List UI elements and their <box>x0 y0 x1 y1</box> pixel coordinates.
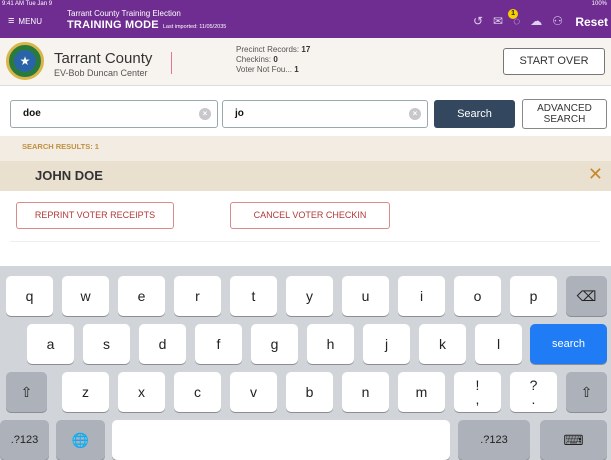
menu-button[interactable]: ≡ MENU <box>8 14 42 28</box>
key-t[interactable]: t <box>230 276 277 316</box>
last-name-value: doe <box>23 108 41 119</box>
search-results: SEARCH RESULTS: 1 JOHN DOE ✕ <box>0 136 611 191</box>
key-u[interactable]: u <box>342 276 389 316</box>
key-q[interactable]: q <box>6 276 53 316</box>
globe-icon[interactable]: 🌐 <box>56 420 105 460</box>
battery-level: 100% <box>591 1 607 7</box>
key-f[interactable]: f <box>195 324 242 364</box>
notification-icon[interactable]: ◌ 1 <box>508 9 520 28</box>
onscreen-keyboard: q w e r t y u i o p ⌫ a s d f g h j k l … <box>0 266 611 460</box>
training-mode-label: TRAINING MODE <box>67 19 159 31</box>
precinct-records-value: 17 <box>301 45 311 54</box>
search-results-count: SEARCH RESULTS: 1 <box>22 142 99 151</box>
last-name-input[interactable]: doe × <box>10 100 218 128</box>
reprint-receipts-button[interactable]: REPRINT VOTER RECEIPTS <box>16 202 174 229</box>
key-d[interactable]: d <box>139 324 186 364</box>
key-v[interactable]: v <box>230 372 277 412</box>
header-divider <box>171 52 172 74</box>
key-j[interactable]: j <box>363 324 410 364</box>
key-comma: , <box>475 391 480 407</box>
cancel-checkin-button[interactable]: CANCEL VOTER CHECKIN <box>230 202 390 229</box>
space-bar[interactable] <box>112 420 450 460</box>
cloud-sync-icon[interactable]: ☁ <box>530 14 542 28</box>
clear-first-name-icon[interactable]: × <box>409 108 421 120</box>
last-imported: Last imported: 11/05/2035 <box>162 24 227 30</box>
close-icon[interactable]: ✕ <box>588 164 603 185</box>
key-question: ? <box>529 377 538 393</box>
key-y[interactable]: y <box>286 276 333 316</box>
key-g[interactable]: g <box>251 324 298 364</box>
voter-result-row[interactable]: JOHN DOE ✕ <box>0 161 611 191</box>
key-question-period[interactable]: ? . <box>510 372 557 412</box>
start-over-button[interactable]: START OVER <box>503 48 605 75</box>
key-exclaim: ! <box>475 377 480 393</box>
key-m[interactable]: m <box>398 372 445 412</box>
key-p[interactable]: p <box>510 276 557 316</box>
hamburger-icon: ≡ <box>8 14 15 27</box>
key-x[interactable]: x <box>118 372 165 412</box>
search-button[interactable]: Search <box>434 100 515 128</box>
notification-badge: 1 <box>508 9 519 19</box>
key-n[interactable]: n <box>342 372 389 412</box>
top-bar: 9:41 AM Tue Jan 9 100% ≡ MENU Tarrant Co… <box>0 0 611 38</box>
key-s[interactable]: s <box>83 324 130 364</box>
mode-line: TRAINING MODE Last imported: 11/05/2035 <box>67 19 226 31</box>
key-period: . <box>531 391 536 407</box>
key-h[interactable]: h <box>307 324 354 364</box>
key-b[interactable]: b <box>286 372 333 412</box>
search-row: doe × jo × Search ADVANCED SEARCH <box>0 86 611 136</box>
shift-right-icon[interactable]: ⇧ <box>566 372 607 412</box>
key-e[interactable]: e <box>118 276 165 316</box>
advanced-label-line2: SEARCH <box>543 114 586 125</box>
numbers-key-left[interactable]: .?123 <box>0 420 49 460</box>
advanced-search-button[interactable]: ADVANCED SEARCH <box>522 99 607 129</box>
key-w[interactable]: w <box>62 276 109 316</box>
county-name: Tarrant County <box>54 50 153 67</box>
checkins-value: 0 <box>273 55 278 64</box>
checkins-label: Checkins: <box>236 55 272 64</box>
app-title: Tarrant County Training Election <box>67 9 181 18</box>
key-exclaim-comma[interactable]: ! , <box>454 372 501 412</box>
voter-name: JOHN DOE <box>35 168 103 183</box>
key-c[interactable]: c <box>174 372 221 412</box>
reset-button[interactable]: Reset <box>575 15 608 29</box>
first-name-value: jo <box>235 108 244 119</box>
location-header: ★ Tarrant County EV-Bob Duncan Center Pr… <box>0 38 611 86</box>
precinct-records-label: Precinct Records: <box>236 45 300 54</box>
keyboard-dismiss-icon[interactable]: ⌨ <box>540 420 607 460</box>
users-icon[interactable]: ⚇ <box>552 14 563 28</box>
key-i[interactable]: i <box>398 276 445 316</box>
clear-last-name-icon[interactable]: × <box>199 108 211 120</box>
vote-center-name: EV-Bob Duncan Center <box>54 68 148 78</box>
menu-label: MENU <box>18 16 42 26</box>
mail-icon[interactable]: ✉ <box>493 14 503 28</box>
divider <box>10 241 600 242</box>
key-k[interactable]: k <box>419 324 466 364</box>
numbers-key-right[interactable]: .?123 <box>458 420 530 460</box>
status-time: 9:41 AM Tue Jan 9 <box>2 1 53 7</box>
precinct-stats: Precinct Records: 17 Checkins: 0 Voter N… <box>236 45 310 75</box>
county-seal-icon: ★ <box>6 42 44 80</box>
voter-not-found-label: Voter Not Fou... <box>236 65 293 74</box>
backspace-icon[interactable]: ⌫ <box>566 276 607 316</box>
key-a[interactable]: a <box>27 324 74 364</box>
advanced-label-line1: ADVANCED <box>537 103 592 114</box>
key-r[interactable]: r <box>174 276 221 316</box>
key-l[interactable]: l <box>475 324 522 364</box>
key-o[interactable]: o <box>454 276 501 316</box>
top-icons: ↺ ✉ ◌ 1 ☁ ⚇ <box>473 9 563 28</box>
shift-left-icon[interactable]: ⇧ <box>6 372 47 412</box>
first-name-input[interactable]: jo × <box>222 100 428 128</box>
history-icon[interactable]: ↺ <box>473 14 483 28</box>
search-key[interactable]: search <box>530 324 607 364</box>
voter-not-found-value: 1 <box>294 65 299 74</box>
key-z[interactable]: z <box>62 372 109 412</box>
